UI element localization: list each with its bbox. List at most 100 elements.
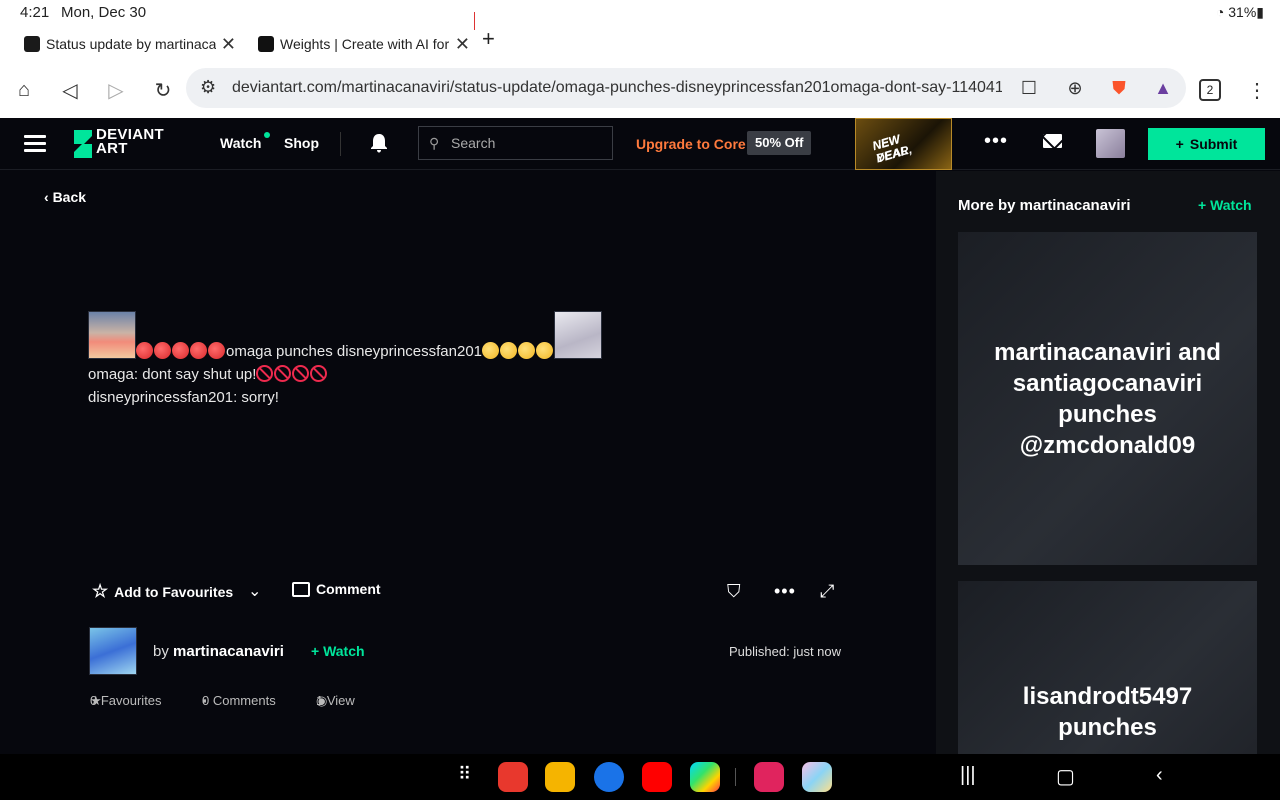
mail-icon[interactable] [1043,134,1062,148]
brave-rewards-icon[interactable]: ▲ [1152,77,1174,99]
add-to-favourites-button[interactable]: ☆ Add to Favourites [92,581,233,602]
tab-divider [474,12,475,30]
brave-shield-icon[interactable]: ⛊ [1108,77,1130,99]
more-options-icon[interactable]: ••• [984,130,1008,153]
tab-deviantart[interactable]: Status update by martinacanaviri ✕ [16,28,240,60]
app-drawer-icon[interactable]: ⠿ [458,764,471,785]
search-input[interactable] [451,133,601,153]
star-icon: ☆ [92,581,109,601]
deviantart-logo-text[interactable]: DEVIANT ART [96,127,164,156]
battery-level: ◔ 31%▮ [1215,4,1264,20]
published-date: Published: just now [729,644,842,659]
status-time: 4:21 [20,4,50,21]
download-icon[interactable]: ⊕ [1064,77,1086,99]
nav-shop[interactable]: Shop [284,135,319,151]
author-name[interactable]: martinacanaviri [173,643,284,660]
prohibited-emoji-icon [256,365,274,382]
innocent-emoji-icon [518,342,536,359]
flipboard-app-icon[interactable] [498,762,528,792]
discount-badge[interactable]: 50% Off [747,131,812,155]
youtube-app-icon[interactable] [642,762,672,792]
angry-emoji-icon [172,342,189,359]
prohibited-emoji-icon [310,365,328,382]
sidebar-watch-button[interactable]: + Watch [1198,197,1252,213]
battery-icon: ▮ [1256,4,1264,20]
angry-emoji-icon [136,342,153,359]
dock-divider [735,768,736,786]
home-icon[interactable]: ⌂ [12,78,36,102]
embedded-avatar-omaga[interactable] [88,311,136,359]
deviantart-favicon [24,36,40,52]
new-year-promo-banner[interactable]: NEW YEAR, NEW DEAL [855,118,952,170]
tab-count-button[interactable]: 2 [1199,79,1221,101]
site-settings-icon[interactable]: ⚙ [200,77,216,98]
watch-author-button[interactable]: + Watch [311,643,365,659]
files-app-icon[interactable] [545,762,575,792]
browser-toolbar: ⌂ ◁ ▷ ↻ ⚙ deviantart.com/martinacanaviri… [0,62,1280,118]
android-navigation-bar: ⠿ ||| ▢ ‹ [0,754,1280,800]
angry-emoji-icon [190,342,207,359]
more-options-icon[interactable]: ••• [774,581,796,602]
chevron-left-icon: ‹ [44,189,53,205]
camera-app-icon[interactable] [754,762,784,792]
tab-title: Status update by martinacanaviri [46,36,216,52]
reload-icon[interactable]: ↻ [151,78,175,102]
plus-icon: + [1175,136,1184,152]
related-status-card[interactable]: lisandrodt5497 punches [958,581,1257,754]
angry-emoji-icon [208,342,225,359]
close-tab-icon[interactable]: ✕ [221,34,236,55]
search-icon: ⚲ [429,135,440,151]
deviantart-logo-icon[interactable] [72,130,94,158]
back-button-icon[interactable]: ‹ [1156,764,1163,787]
submit-button[interactable]: + Submit [1148,128,1265,160]
new-tab-icon[interactable]: + [482,26,495,52]
notification-dot [264,132,270,138]
fullscreen-expand-icon[interactable]: ⤢ [820,581,834,602]
close-tab-icon[interactable]: ✕ [455,34,470,55]
site-header: DEVIANT ART Watch Shop ⚲ Upgrade to Core… [0,118,1280,170]
hamburger-menu-icon[interactable] [24,135,46,153]
bell-icon[interactable] [368,132,390,154]
nav-watch[interactable]: Watch [220,135,261,151]
recent-apps-icon[interactable]: ||| [960,764,976,787]
home-button-icon[interactable]: ▢ [1056,764,1075,789]
divider [340,132,341,156]
prohibited-emoji-icon [292,365,310,382]
comment-button[interactable]: Comment [292,581,381,597]
author-avatar[interactable] [89,627,137,675]
messages-app-icon[interactable] [594,762,624,792]
post-line-3: disneyprincessfan201: sorry! [88,389,279,406]
browser-tab-strip: Status update by martinacanaviri ✕ Weigh… [0,24,1280,62]
badge-gift-icon[interactable]: ⛉ [727,581,741,602]
post-line-2: omaga: dont say shut up! [88,363,648,386]
back-button[interactable]: ‹ Back [44,189,86,205]
chevron-down-icon[interactable]: ⌄ [248,581,261,601]
innocent-emoji-icon [500,342,518,359]
forward-arrow-icon[interactable]: ▷ [104,78,128,102]
user-avatar[interactable] [1096,129,1125,158]
author-row: by martinacanaviri + Watch Published: ju… [89,627,849,675]
search-box[interactable]: ⚲ [418,126,613,160]
back-arrow-icon[interactable]: ◁ [58,78,82,102]
plus-icon: + [311,643,324,659]
url-text[interactable]: deviantart.com/martinacanaviri/status-up… [232,79,1002,97]
wifi-icon: ◔ [1215,4,1229,20]
innocent-emoji-icon [482,342,500,359]
status-update-main: ‹ Back omaga punches disneyprincessfan20… [0,171,935,754]
author-byline: by martinacanaviri [153,643,284,660]
comment-icon [292,581,310,597]
address-bar[interactable]: ⚙ deviantart.com/martinacanaviri/status-… [186,68,1186,108]
play-store-app-icon[interactable] [690,762,720,792]
game-app-icon[interactable] [802,762,832,792]
bookmark-icon[interactable]: ☐ [1018,77,1040,99]
angry-emoji-icon [154,342,171,359]
plus-icon: + [1198,197,1211,213]
embedded-avatar-disneyprincessfan201[interactable] [554,311,603,359]
upgrade-to-core-link[interactable]: Upgrade to Core [636,136,746,152]
post-line-1: omaga punches disneyprincessfan201 [88,311,648,363]
prohibited-emoji-icon [274,365,292,382]
tab-weights[interactable]: Weights | Create with AI for Free ✕ [250,28,474,60]
status-update-body: omaga punches disneyprincessfan201 omaga… [88,311,648,409]
related-status-card[interactable]: martinacanaviri and santiagocanaviri pun… [958,232,1257,565]
more-menu-icon[interactable]: ⋮ [1245,78,1269,102]
